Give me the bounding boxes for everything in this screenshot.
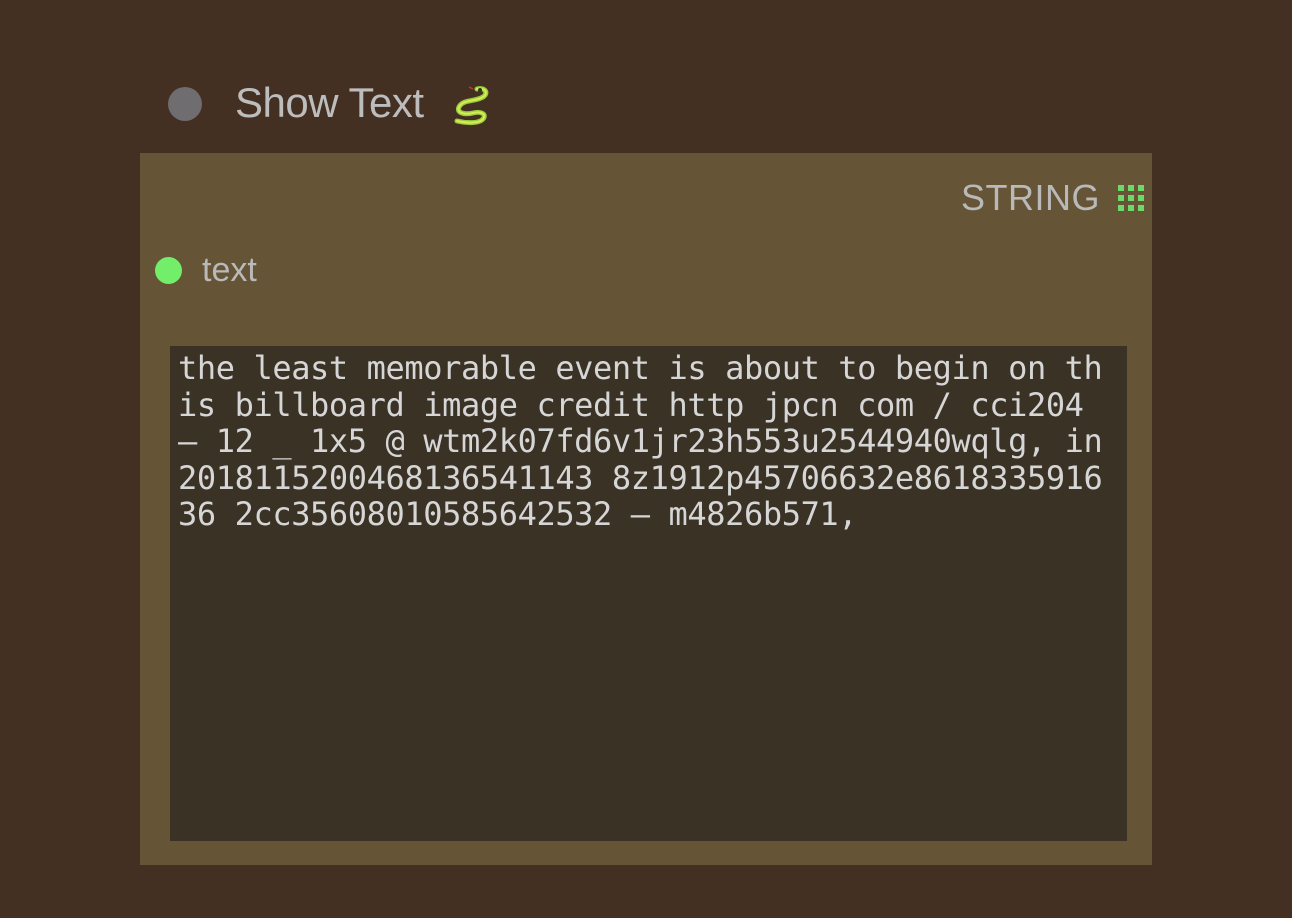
node-body: STRING text the least memorable event is… [140,153,1152,865]
grid-icon[interactable] [1118,185,1144,211]
node-title-text: Show Text [235,78,424,126]
output-label: STRING [960,177,1100,218]
snake-icon [447,81,495,129]
input-label: text [202,251,257,289]
collapse-toggle[interactable] [168,87,202,121]
node-title: Show Text [235,79,495,130]
text-display-content: the least memorable event is about to be… [178,349,1122,533]
node-header[interactable]: Show Text [168,78,495,130]
input-connector-dot[interactable] [155,257,182,284]
output-slot-string[interactable]: STRING [961,177,1144,219]
input-slot-text[interactable]: text [155,251,257,290]
text-display-area[interactable]: the least memorable event is about to be… [170,346,1127,841]
graph-canvas[interactable]: Show Text STRING text the least memorabl… [0,0,1292,918]
